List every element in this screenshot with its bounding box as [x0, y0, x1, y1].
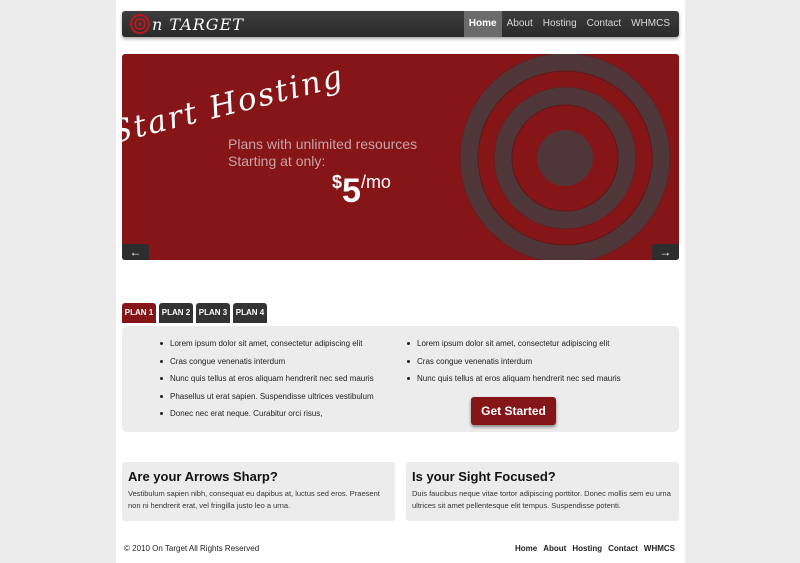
list-item: Phasellus ut erat sapien. Suspendisse ul… — [160, 388, 374, 406]
nav-home[interactable]: Home — [463, 11, 502, 37]
tab-plan-4[interactable]: PLAN 4 — [233, 303, 267, 323]
main-nav: Home About Hosting Contact WHMCS — [463, 11, 675, 37]
get-started-button[interactable]: Get Started — [471, 397, 556, 425]
list-item: Nunc quis tellus at eros aliquam hendrer… — [160, 370, 374, 388]
list-item: Lorem ipsum dolor sit amet, consectetur … — [160, 335, 374, 353]
copyright: © 2010 On Target All Rights Reserved — [124, 544, 260, 553]
nav-about[interactable]: About — [502, 11, 538, 37]
list-item: Cras congue venenatis interdum — [160, 353, 374, 371]
target-logo-icon — [130, 14, 150, 34]
tab-plan-1[interactable]: PLAN 1 — [122, 303, 156, 323]
price-amount: 5 — [342, 172, 361, 210]
hero-slider: Start Hosting Plans with unlimited resou… — [122, 54, 679, 260]
feature-title: Are your Arrows Sharp? — [128, 469, 278, 484]
slider-next-button[interactable]: → — [652, 244, 679, 260]
footer-nav-hosting[interactable]: Hosting — [572, 544, 602, 553]
feature-box-sight: Is your Sight Focused? Duis faucibus neq… — [406, 462, 679, 521]
page: n TARGET Home About Hosting Contact WHMC… — [116, 0, 685, 563]
nav-whmcs[interactable]: WHMCS — [626, 11, 675, 37]
target-graphic-icon — [459, 54, 671, 260]
slider-prev-button[interactable]: ← — [122, 244, 149, 260]
feature-text: Duis faucibus neque vitae tortor adipisc… — [412, 489, 671, 510]
list-item: Nunc quis tellus at eros aliquam hendrer… — [407, 370, 621, 388]
hero-price: $5/mo — [332, 172, 391, 211]
list-item: Lorem ipsum dolor sit amet, consectetur … — [407, 335, 621, 353]
price-currency: $ — [332, 172, 343, 192]
plan-tabs: PLAN 1 PLAN 2 PLAN 3 PLAN 4 — [122, 303, 267, 323]
feature-box-arrows: Are your Arrows Sharp? Vestibulum sapien… — [122, 462, 395, 521]
hero-line2: Starting at only: — [228, 153, 326, 169]
arrow-left-icon: ← — [129, 245, 142, 259]
footer-nav-about[interactable]: About — [543, 544, 566, 553]
footer-nav: Home About Hosting Contact WHMCS — [515, 544, 675, 553]
logo-text: n TARGET — [152, 14, 244, 34]
logo[interactable]: n TARGET — [130, 13, 244, 35]
footer-nav-whmcs[interactable]: WHMCS — [644, 544, 675, 553]
hero-tagline: Plans with unlimited resources Starting … — [228, 136, 417, 170]
header-bar: n TARGET Home About Hosting Contact WHMC… — [122, 11, 679, 37]
nav-contact[interactable]: Contact — [582, 11, 626, 37]
arrow-right-icon: → — [659, 245, 672, 259]
price-unit: /mo — [360, 172, 391, 192]
list-item: Cras congue venenatis interdum — [407, 353, 621, 371]
tab-plan-2[interactable]: PLAN 2 — [159, 303, 193, 323]
plan-features-right: Lorem ipsum dolor sit amet, consectetur … — [407, 335, 621, 388]
tab-plan-3[interactable]: PLAN 3 — [196, 303, 230, 323]
nav-hosting[interactable]: Hosting — [538, 11, 582, 37]
footer-nav-home[interactable]: Home — [515, 544, 537, 553]
feature-title: Is your Sight Focused? — [412, 469, 556, 484]
plan-details: Lorem ipsum dolor sit amet, consectetur … — [122, 326, 679, 432]
footer-nav-contact[interactable]: Contact — [608, 544, 638, 553]
hero-line1: Plans with unlimited resources — [228, 136, 418, 152]
feature-text: Vestibulum sapien nibh, consequat eu dap… — [128, 489, 380, 510]
plan-features-left: Lorem ipsum dolor sit amet, consectetur … — [160, 335, 374, 423]
list-item: Donec nec erat neque. Curabitur orci ris… — [160, 405, 374, 423]
